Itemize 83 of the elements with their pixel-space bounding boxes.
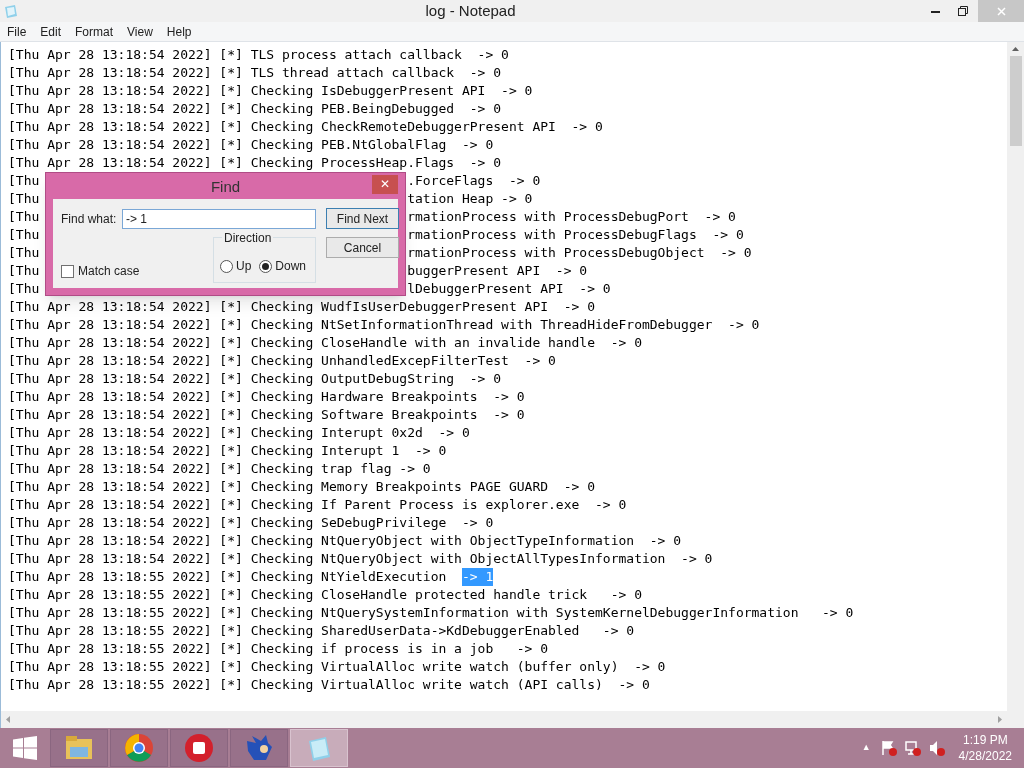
log-line: [Thu Apr 28 13:18:55 2022] [*] Checking VirtualAlloc write watch (API calls) -> 0: [8, 676, 650, 694]
log-line: [Thu Apr 28 13:18:54 2022] [*] TLS thread attach callback -> 0: [8, 64, 502, 82]
log-line: [Thu Apr 28 13:18:54 2022] [*] Checking PEB.BeingDebugged -> 0: [8, 100, 502, 118]
log-line: rmationProcess with ProcessDebugPort -> 0: [407, 208, 736, 226]
log-line: [Thu Apr 28 13:18:54 2022] [*] Checking UnhandledExcepFilterTest -> 0: [8, 352, 556, 370]
find-what-field[interactable]: -> 1: [122, 209, 316, 229]
log-line: [Thu: [8, 172, 40, 190]
log-line: [Thu Apr 28 13:18:54 2022] [*] Checking CheckRemoteDebuggerPresent API -> 0: [8, 118, 603, 136]
folder-icon: [64, 734, 94, 762]
log-line: [Thu Apr 28 13:18:54 2022] [*] Checking trap flag -> 0: [8, 460, 431, 478]
vertical-scrollbar[interactable]: [1007, 42, 1024, 711]
log-line: [Thu Apr 28 13:18:54 2022] [*] Checking OutputDebugString -> 0: [8, 370, 502, 388]
log-line: [Thu Apr 28 13:18:54 2022] [*] Checking Hardware Breakpoints -> 0: [8, 388, 525, 406]
log-line: [Thu Apr 28 13:18:54 2022] [*] Checking Interupt 1 -> 0: [8, 442, 447, 460]
log-line: [Thu Apr 28 13:18:54 2022] [*] Checking CloseHandle with an invalide handle -> 0: [8, 334, 642, 352]
match-case-label: Match case: [78, 263, 140, 280]
radio-button[interactable]: [220, 259, 233, 273]
log-line: [Thu Apr 28 13:18:55 2022] [*] Checking SharedUserData->KdDebuggerEnabled -> 0: [8, 622, 635, 640]
log-line: [Thu Apr 28 13:18:54 2022] [*] Checking If Parent Process is explorer.exe -> 0: [8, 496, 627, 514]
log-line: [Thu Apr 28 13:18:54 2022] [*] Checking Memory Breakpoints PAGE GUARD -> 0: [8, 478, 595, 496]
windows-logo-icon: [13, 736, 37, 760]
log-line: [Thu Apr 28 13:18:54 2022] [*] Checking IsDebuggerPresent API -> 0: [8, 82, 533, 100]
window-title: log - Notepad: [424, 0, 517, 21]
caret-right-icon: [998, 716, 1002, 723]
log-line: [Thu: [8, 208, 40, 226]
clock-time: 1:19 PM: [962, 732, 1008, 748]
radio-button[interactable]: [259, 259, 273, 273]
search-match: -> 1: [461, 568, 494, 586]
log-line: [Thu Apr 28 13:18:54 2022] [*] Checking PEB.NtGlobalFlag -> 0: [8, 136, 494, 154]
log-line: [Thu Apr 28 13:18:55 2022] [*] Checking CloseHandle protected handle trick -> 0: [8, 586, 642, 604]
radio-label: Up: [236, 258, 252, 275]
log-line: [Thu Apr 28 13:18:54 2022] [*] Checking NtQueryObject with ObjectTypeInformation -> 0: [8, 532, 682, 550]
speaker-muted-icon[interactable]: [928, 740, 945, 756]
taskbar-app-button[interactable]: [110, 729, 168, 767]
close-icon: [996, 6, 1006, 16]
notepad-icon: [3, 3, 19, 19]
network-icon[interactable]: [904, 740, 921, 756]
find-what-label: Find what:: [61, 211, 118, 228]
log-line: [Thu Apr 28 13:18:54 2022] [*] Checking NtSetInformationThread with ThreadHideFromDebugger -> 0: [8, 316, 760, 334]
log-line: [Thu: [8, 226, 40, 244]
log-line: [Thu: [8, 280, 40, 298]
log-line: lDebuggerPresent API -> 0: [407, 280, 611, 298]
caret-up-icon: [1012, 47, 1019, 51]
log-line: [Thu Apr 28 13:18:55 2022] [*] Checking NtQuerySystemInformation with SystemKernelDebuggerInformation -> 0: [8, 604, 854, 622]
log-line: [Thu Apr 28 13:18:55 2022] [*] Checking if process is in a job -> 0: [8, 640, 549, 658]
menu-item[interactable]: Edit: [33, 22, 69, 41]
log-line: .ForceFlags -> 0: [407, 172, 541, 190]
taskbar-app-button[interactable]: [170, 729, 228, 767]
menu-item[interactable]: File: [0, 22, 34, 41]
caret-left-icon: [6, 716, 10, 723]
find-next-button[interactable]: Find Next: [326, 208, 399, 229]
minimize-icon: [931, 9, 940, 13]
browser-icon: [124, 733, 154, 763]
log-line: buggerPresent API -> 0: [407, 262, 588, 280]
dialog-title: Find: [210, 177, 241, 197]
log-line: [Thu Apr 28 13:18:54 2022] [*] TLS process attach callback -> 0: [8, 46, 509, 64]
scrollbar-thumb[interactable]: [1009, 56, 1022, 146]
log-line: [Thu Apr 28 13:18:54 2022] [*] Checking SeDebugPrivilege -> 0: [8, 514, 494, 532]
menu-item[interactable]: View: [120, 22, 160, 41]
close-button[interactable]: ✕: [372, 175, 398, 194]
log-line: [Thu: [8, 262, 40, 280]
menu-item[interactable]: Help: [159, 22, 199, 41]
log-line: [Thu Apr 28 13:18:54 2022] [*] Checking ProcessHeap.Flags -> 0: [8, 154, 502, 172]
flag-icon[interactable]: [880, 740, 897, 756]
taskbar-app-button[interactable]: [230, 729, 288, 767]
log-line: [Thu Apr 28 13:18:54 2022] [*] Checking Interupt 0x2d -> 0: [8, 424, 470, 442]
taskbar-app-button[interactable]: [50, 729, 108, 767]
radio-label: Down: [275, 258, 307, 275]
clock-date: 4/28/2022: [958, 748, 1012, 764]
log-line: [Thu Apr 28 13:18:55 2022] [*] Checking NtYieldExecution: [8, 568, 448, 586]
log-line: [Thu Apr 28 13:18:54 2022] [*] Checking Software Breakpoints -> 0: [8, 406, 525, 424]
log-line: [Thu Apr 28 13:18:54 2022] [*] Checking WudfIsUserDebuggerPresent API -> 0: [8, 298, 595, 316]
log-line: [Thu Apr 28 13:18:55 2022] [*] Checking VirtualAlloc write watch (buffer only) -> 0: [8, 658, 666, 676]
restore-icon: [957, 6, 968, 16]
log-line: [Thu Apr 28 13:18:54 2022] [*] Checking NtQueryObject with ObjectAllTypesInformation -> 0: [8, 550, 713, 568]
log-line: tation Heap -> 0: [407, 190, 533, 208]
log-line: rmationProcess with ProcessDebugObject -> 0: [407, 244, 752, 262]
menu-item[interactable]: Format: [68, 22, 121, 41]
match-case-checkbox[interactable]: [61, 264, 74, 278]
log-line: [Thu: [8, 190, 40, 208]
log-line: [Thu: [8, 244, 40, 262]
cancel-button[interactable]: Cancel: [326, 237, 399, 258]
log-line: rmationProcess with ProcessDebugFlags -> 0: [407, 226, 744, 244]
